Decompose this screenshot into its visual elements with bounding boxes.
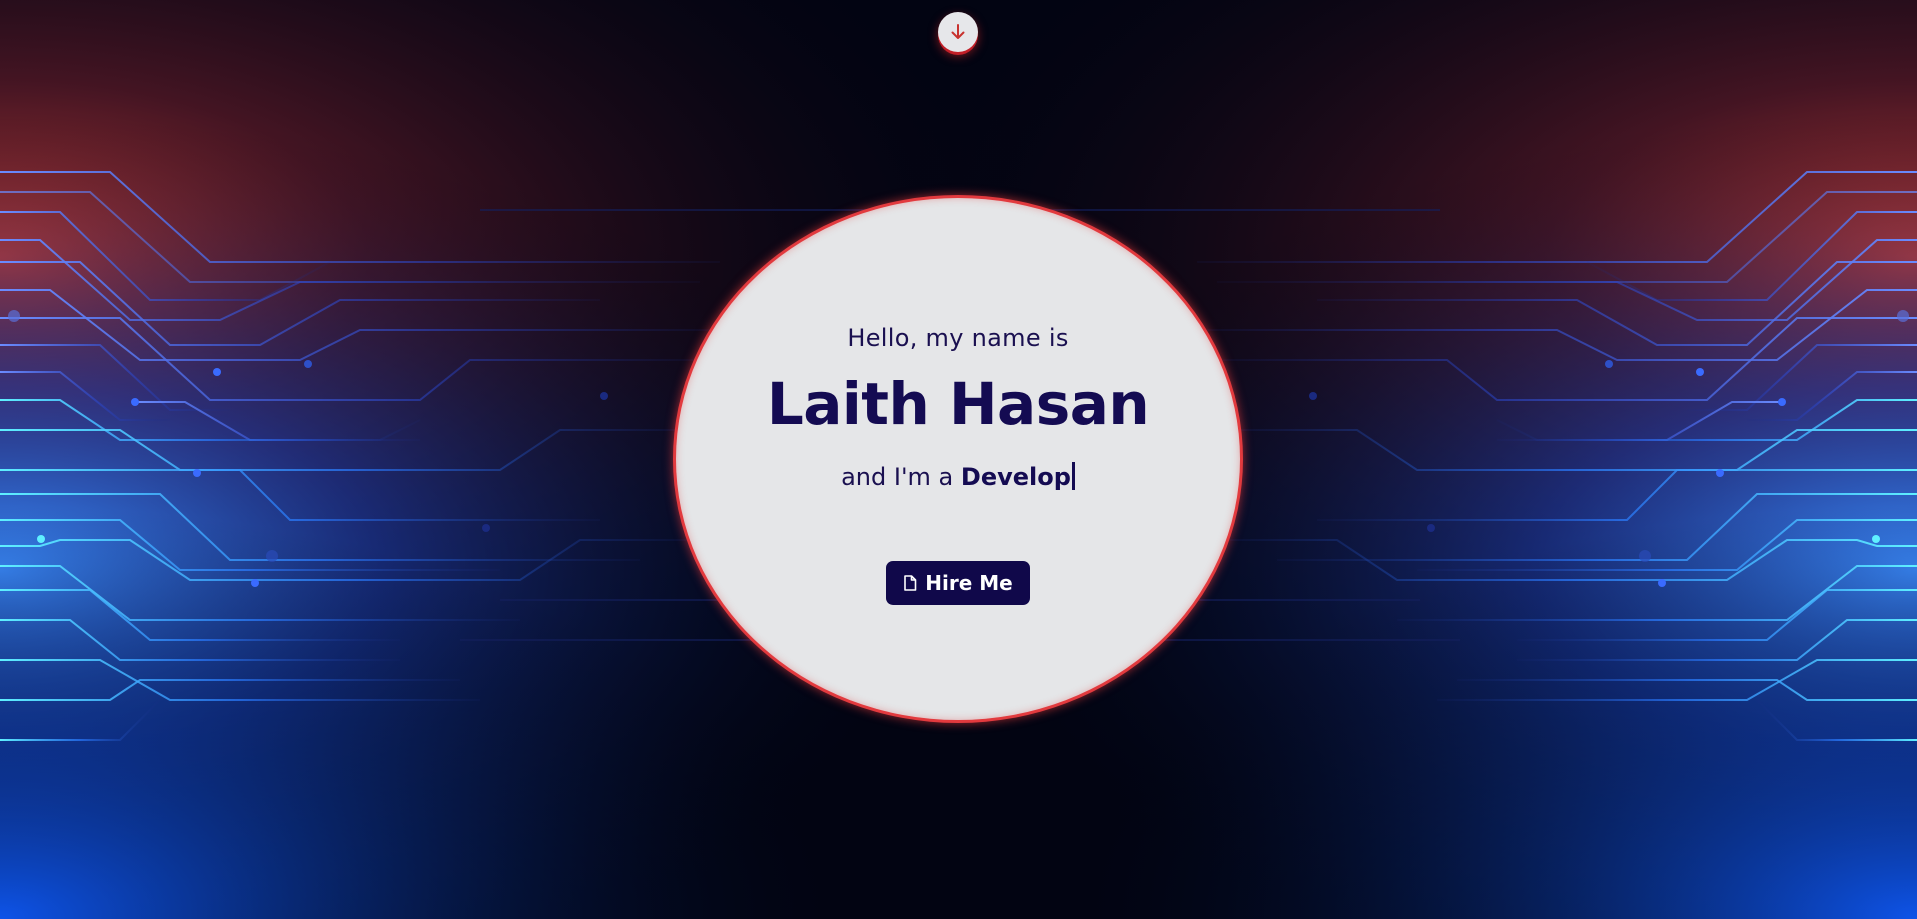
greeting-text: Hello, my name is <box>847 324 1069 352</box>
hire-me-button[interactable]: Hire Me <box>886 561 1030 605</box>
hero-intro-circle: Hello, my name is Laith Hasan and I'm a … <box>676 198 1240 720</box>
arrow-down-icon <box>951 24 965 39</box>
typing-cursor <box>1071 462 1075 490</box>
hero-name: Laith Hasan <box>766 370 1150 438</box>
role-word: Develop <box>960 463 1071 491</box>
role-prefix: and I'm a <box>841 463 954 491</box>
scroll-down-button[interactable] <box>938 12 978 52</box>
document-icon <box>904 575 917 591</box>
role-line: and I'm a Develop <box>676 462 1240 491</box>
hero-page: Hello, my name is Laith Hasan and I'm a … <box>0 0 1917 919</box>
hire-me-label: Hire Me <box>925 571 1013 595</box>
